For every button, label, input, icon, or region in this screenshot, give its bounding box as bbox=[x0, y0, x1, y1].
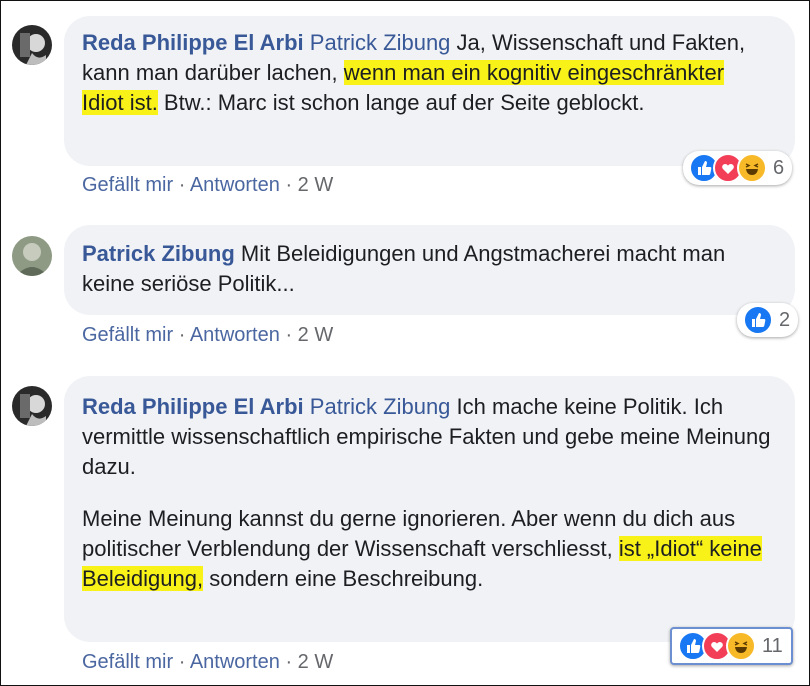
like-icon bbox=[743, 305, 773, 335]
comment-paragraph: Meine Meinung kannst du gerne ignorieren… bbox=[82, 504, 772, 594]
comment-body: Patrick Zibung Mit Beleidigungen und Ang… bbox=[82, 239, 772, 299]
comment-actions: Gefällt mir · Antworten · 2 W bbox=[82, 323, 333, 347]
reaction-summary[interactable]: 6 bbox=[683, 151, 793, 185]
like-link[interactable]: Gefällt mir bbox=[82, 174, 173, 196]
separator-dot: · bbox=[285, 324, 298, 346]
reply-link[interactable]: Antworten bbox=[190, 324, 280, 346]
comment-actions: Gefällt mir · Antworten · 2 W bbox=[82, 173, 333, 197]
like-link[interactable]: Gefällt mir bbox=[82, 324, 173, 346]
haha-icon bbox=[726, 631, 756, 661]
comment-author[interactable]: Patrick Zibung bbox=[82, 241, 235, 266]
reaction-count: 2 bbox=[779, 308, 791, 331]
comment-bubble: Reda Philippe El Arbi Patrick Zibung Ja,… bbox=[64, 16, 795, 166]
like-link[interactable]: Gefällt mir bbox=[82, 651, 173, 673]
timestamp[interactable]: 2 W bbox=[298, 651, 334, 673]
avatar[interactable] bbox=[12, 236, 52, 276]
avatar[interactable] bbox=[12, 386, 52, 426]
reply-link[interactable]: Antworten bbox=[190, 174, 280, 196]
comment-author[interactable]: Reda Philippe El Arbi bbox=[82, 394, 304, 419]
comment-text: sondern eine Beschreibung. bbox=[203, 566, 484, 591]
comment-mention[interactable]: Patrick Zibung bbox=[310, 394, 451, 419]
reaction-count: 11 bbox=[762, 634, 783, 657]
separator-dot: · bbox=[178, 174, 190, 196]
comment-body: Reda Philippe El Arbi Patrick Zibung Ja,… bbox=[82, 28, 762, 118]
reaction-summary[interactable]: 11 bbox=[670, 627, 793, 665]
avatar[interactable] bbox=[12, 25, 52, 65]
comment-author[interactable]: Reda Philippe El Arbi bbox=[82, 30, 304, 55]
timestamp[interactable]: 2 W bbox=[298, 324, 334, 346]
reaction-summary[interactable]: 2 bbox=[737, 303, 799, 337]
separator-dot: · bbox=[285, 174, 298, 196]
comment-actions: Gefällt mir · Antworten · 2 W bbox=[82, 650, 333, 674]
comment-mention[interactable]: Patrick Zibung bbox=[310, 30, 451, 55]
separator-dot: · bbox=[178, 651, 190, 673]
haha-icon bbox=[737, 153, 767, 183]
comment-text: Btw.: Marc ist schon lange auf der Seite… bbox=[157, 90, 645, 115]
separator-dot: · bbox=[285, 651, 298, 673]
separator-dot: · bbox=[178, 324, 190, 346]
comment-bubble: Reda Philippe El Arbi Patrick Zibung Ich… bbox=[64, 376, 795, 642]
timestamp[interactable]: 2 W bbox=[298, 174, 334, 196]
comment-body: Reda Philippe El Arbi Patrick Zibung Ich… bbox=[82, 392, 772, 482]
comment-bubble: Patrick Zibung Mit Beleidigungen und Ang… bbox=[64, 225, 795, 315]
reaction-count: 6 bbox=[773, 156, 785, 179]
reply-link[interactable]: Antworten bbox=[190, 651, 280, 673]
